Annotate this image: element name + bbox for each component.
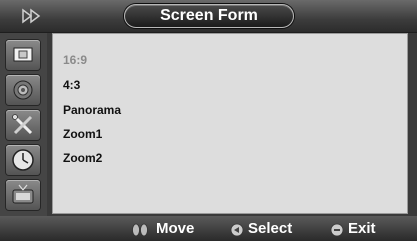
sidebar-item-setup[interactable] xyxy=(6,110,40,140)
up-down-arrows-icon xyxy=(132,223,148,237)
exit-hint: Exit xyxy=(330,220,390,238)
sidebar-item-picture[interactable] xyxy=(6,40,40,70)
option-16-9[interactable]: 16:9 xyxy=(63,52,87,68)
option-panorama[interactable]: Panorama xyxy=(63,102,121,118)
sidebar-item-time[interactable] xyxy=(6,145,40,175)
setup-icon xyxy=(12,114,33,135)
select-label: Select xyxy=(248,220,293,237)
exit-button-icon xyxy=(330,223,344,237)
tv-icon xyxy=(12,184,34,204)
move-label: Move xyxy=(156,220,195,237)
sidebar-menu xyxy=(0,33,47,216)
options-panel: 16:9 4:3 Panorama Zoom1 Zoom2 xyxy=(52,33,408,214)
select-button-icon xyxy=(230,223,244,237)
footer-hints: Move Select Exit xyxy=(0,216,417,241)
osd-menu-window: Screen Form 16:9 4:3 Panorama Zoom1 Zoom… xyxy=(0,0,417,241)
move-hint: Move xyxy=(132,220,202,238)
time-icon xyxy=(12,149,34,171)
exit-label: Exit xyxy=(348,220,376,237)
picture-icon xyxy=(13,47,33,62)
option-zoom1[interactable]: Zoom1 xyxy=(63,126,102,142)
sidebar-item-sound[interactable] xyxy=(6,75,40,105)
select-hint: Select xyxy=(230,220,310,238)
sidebar-item-tv[interactable] xyxy=(6,180,40,210)
back-arrows-icon[interactable] xyxy=(22,8,42,24)
title-bar: Screen Form xyxy=(0,0,417,33)
option-zoom2[interactable]: Zoom2 xyxy=(63,150,102,166)
page-title: Screen Form xyxy=(124,4,294,28)
option-4-3[interactable]: 4:3 xyxy=(63,77,80,93)
sound-icon xyxy=(13,80,33,100)
